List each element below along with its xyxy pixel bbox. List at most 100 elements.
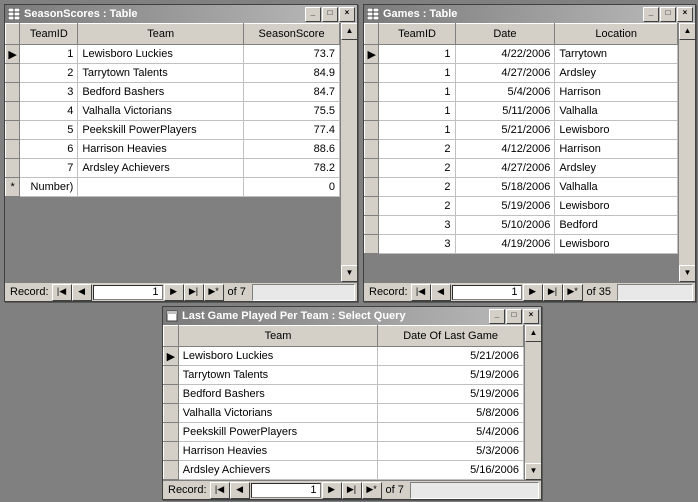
row-selector[interactable] xyxy=(164,404,179,423)
row-selector[interactable] xyxy=(365,159,379,178)
close-button[interactable]: × xyxy=(339,7,355,22)
cell[interactable]: 5/10/2006 xyxy=(455,216,555,235)
cell[interactable]: 75.5 xyxy=(244,102,340,121)
column-header[interactable]: Team xyxy=(178,326,377,347)
prev-record-button[interactable]: ◀ xyxy=(72,284,92,301)
cell[interactable]: Valhalla xyxy=(555,178,678,197)
row-selector[interactable] xyxy=(6,140,20,159)
column-header[interactable]: Team xyxy=(78,24,244,45)
cell[interactable]: 4/27/2006 xyxy=(455,64,555,83)
column-header[interactable]: SeasonScore xyxy=(244,24,340,45)
cell[interactable]: 7 xyxy=(20,159,78,178)
row-selector[interactable] xyxy=(6,102,20,121)
titlebar[interactable]: Games : Table _ □ × xyxy=(364,5,695,23)
cell[interactable]: 5/19/2006 xyxy=(378,366,524,385)
first-record-button[interactable]: |◀ xyxy=(411,284,431,301)
scroll-down-button[interactable]: ▼ xyxy=(341,265,357,282)
close-button[interactable]: × xyxy=(523,309,539,324)
table-row[interactable]: 25/18/2006Valhalla xyxy=(365,178,678,197)
cell[interactable]: Ardsley Achievers xyxy=(78,159,244,178)
next-record-button[interactable]: ▶ xyxy=(322,482,342,499)
row-selector[interactable]: * xyxy=(6,178,20,197)
table-row[interactable]: Bedford Bashers5/19/2006 xyxy=(164,385,524,404)
cell[interactable]: 6 xyxy=(20,140,78,159)
cell[interactable]: 4/27/2006 xyxy=(455,159,555,178)
maximize-button[interactable]: □ xyxy=(506,309,522,324)
close-button[interactable]: × xyxy=(677,7,693,22)
minimize-button[interactable]: _ xyxy=(305,7,321,22)
cell[interactable]: 5/11/2006 xyxy=(455,102,555,121)
cell[interactable]: 5/4/2006 xyxy=(378,423,524,442)
last-record-button[interactable]: ▶| xyxy=(184,284,204,301)
column-header[interactable]: TeamID xyxy=(20,24,78,45)
row-selector[interactable] xyxy=(6,64,20,83)
cell[interactable]: 1 xyxy=(379,64,455,83)
cell[interactable]: 77.4 xyxy=(244,121,340,140)
cell[interactable]: 1 xyxy=(379,102,455,121)
record-number-input[interactable] xyxy=(93,285,163,300)
maximize-button[interactable]: □ xyxy=(322,7,338,22)
column-header[interactable]: Location xyxy=(555,24,678,45)
table-row[interactable]: 24/12/2006Harrison xyxy=(365,140,678,159)
table-row[interactable]: 15/11/2006Valhalla xyxy=(365,102,678,121)
row-selector-header[interactable] xyxy=(6,24,20,45)
cell[interactable]: 1 xyxy=(379,45,455,64)
cell[interactable]: 1 xyxy=(379,83,455,102)
cell[interactable]: Ardsley xyxy=(555,64,678,83)
row-selector[interactable] xyxy=(365,235,379,254)
cell[interactable]: 2 xyxy=(379,159,455,178)
scroll-down-button[interactable]: ▼ xyxy=(679,265,695,282)
cell[interactable]: Harrison xyxy=(555,83,678,102)
horizontal-scrollbar[interactable] xyxy=(617,284,693,301)
table-row[interactable]: 24/27/2006Ardsley xyxy=(365,159,678,178)
table-row[interactable]: ▶Lewisboro Luckies5/21/2006 xyxy=(164,347,524,366)
cell[interactable]: 73.7 xyxy=(244,45,340,64)
last-record-button[interactable]: ▶| xyxy=(342,482,362,499)
row-selector[interactable] xyxy=(365,178,379,197)
cell[interactable]: Tarrytown xyxy=(555,45,678,64)
cell[interactable]: 3 xyxy=(379,235,455,254)
cell[interactable] xyxy=(78,178,244,197)
row-selector[interactable] xyxy=(164,423,179,442)
scroll-up-button[interactable]: ▲ xyxy=(341,23,357,40)
datasheet[interactable]: TeamDate Of Last Game▶Lewisboro Luckies5… xyxy=(163,325,541,480)
cell[interactable]: Harrison Heavies xyxy=(78,140,244,159)
row-selector[interactable] xyxy=(365,216,379,235)
table-row[interactable]: 5Peekskill PowerPlayers77.4 xyxy=(6,121,340,140)
cell[interactable]: 84.9 xyxy=(244,64,340,83)
table-row[interactable]: 14/27/2006Ardsley xyxy=(365,64,678,83)
cell[interactable]: Lewisboro xyxy=(555,197,678,216)
cell[interactable]: 4/19/2006 xyxy=(455,235,555,254)
cell[interactable]: Valhalla xyxy=(555,102,678,121)
cell[interactable]: Number) xyxy=(20,178,78,197)
last-record-button[interactable]: ▶| xyxy=(543,284,563,301)
maximize-button[interactable]: □ xyxy=(660,7,676,22)
cell[interactable]: Lewisboro xyxy=(555,121,678,140)
cell[interactable]: 78.2 xyxy=(244,159,340,178)
scroll-up-button[interactable]: ▲ xyxy=(679,23,695,40)
prev-record-button[interactable]: ◀ xyxy=(230,482,250,499)
row-selector[interactable] xyxy=(6,121,20,140)
minimize-button[interactable]: _ xyxy=(643,7,659,22)
cell[interactable]: Bedford Bashers xyxy=(178,385,377,404)
cell[interactable]: 5 xyxy=(20,121,78,140)
table-row[interactable]: 4Valhalla Victorians75.5 xyxy=(6,102,340,121)
cell[interactable]: Bedford Bashers xyxy=(78,83,244,102)
datasheet[interactable]: TeamIDTeamSeasonScore▶1Lewisboro Luckies… xyxy=(5,23,357,282)
next-record-button[interactable]: ▶ xyxy=(164,284,184,301)
cell[interactable]: Valhalla Victorians xyxy=(78,102,244,121)
table-row[interactable]: 25/19/2006Lewisboro xyxy=(365,197,678,216)
row-selector[interactable] xyxy=(365,121,379,140)
row-selector[interactable] xyxy=(365,64,379,83)
cell[interactable]: 3 xyxy=(20,83,78,102)
table-row[interactable]: 7Ardsley Achievers78.2 xyxy=(6,159,340,178)
new-record-button[interactable]: ▶* xyxy=(563,284,583,301)
cell[interactable]: 4 xyxy=(20,102,78,121)
table-row[interactable]: Ardsley Achievers5/16/2006 xyxy=(164,461,524,480)
next-record-button[interactable]: ▶ xyxy=(523,284,543,301)
column-header[interactable]: Date xyxy=(455,24,555,45)
horizontal-scrollbar[interactable] xyxy=(410,482,539,499)
vertical-scrollbar[interactable]: ▲ ▼ xyxy=(524,325,541,480)
row-selector[interactable] xyxy=(164,366,179,385)
row-selector[interactable] xyxy=(365,140,379,159)
